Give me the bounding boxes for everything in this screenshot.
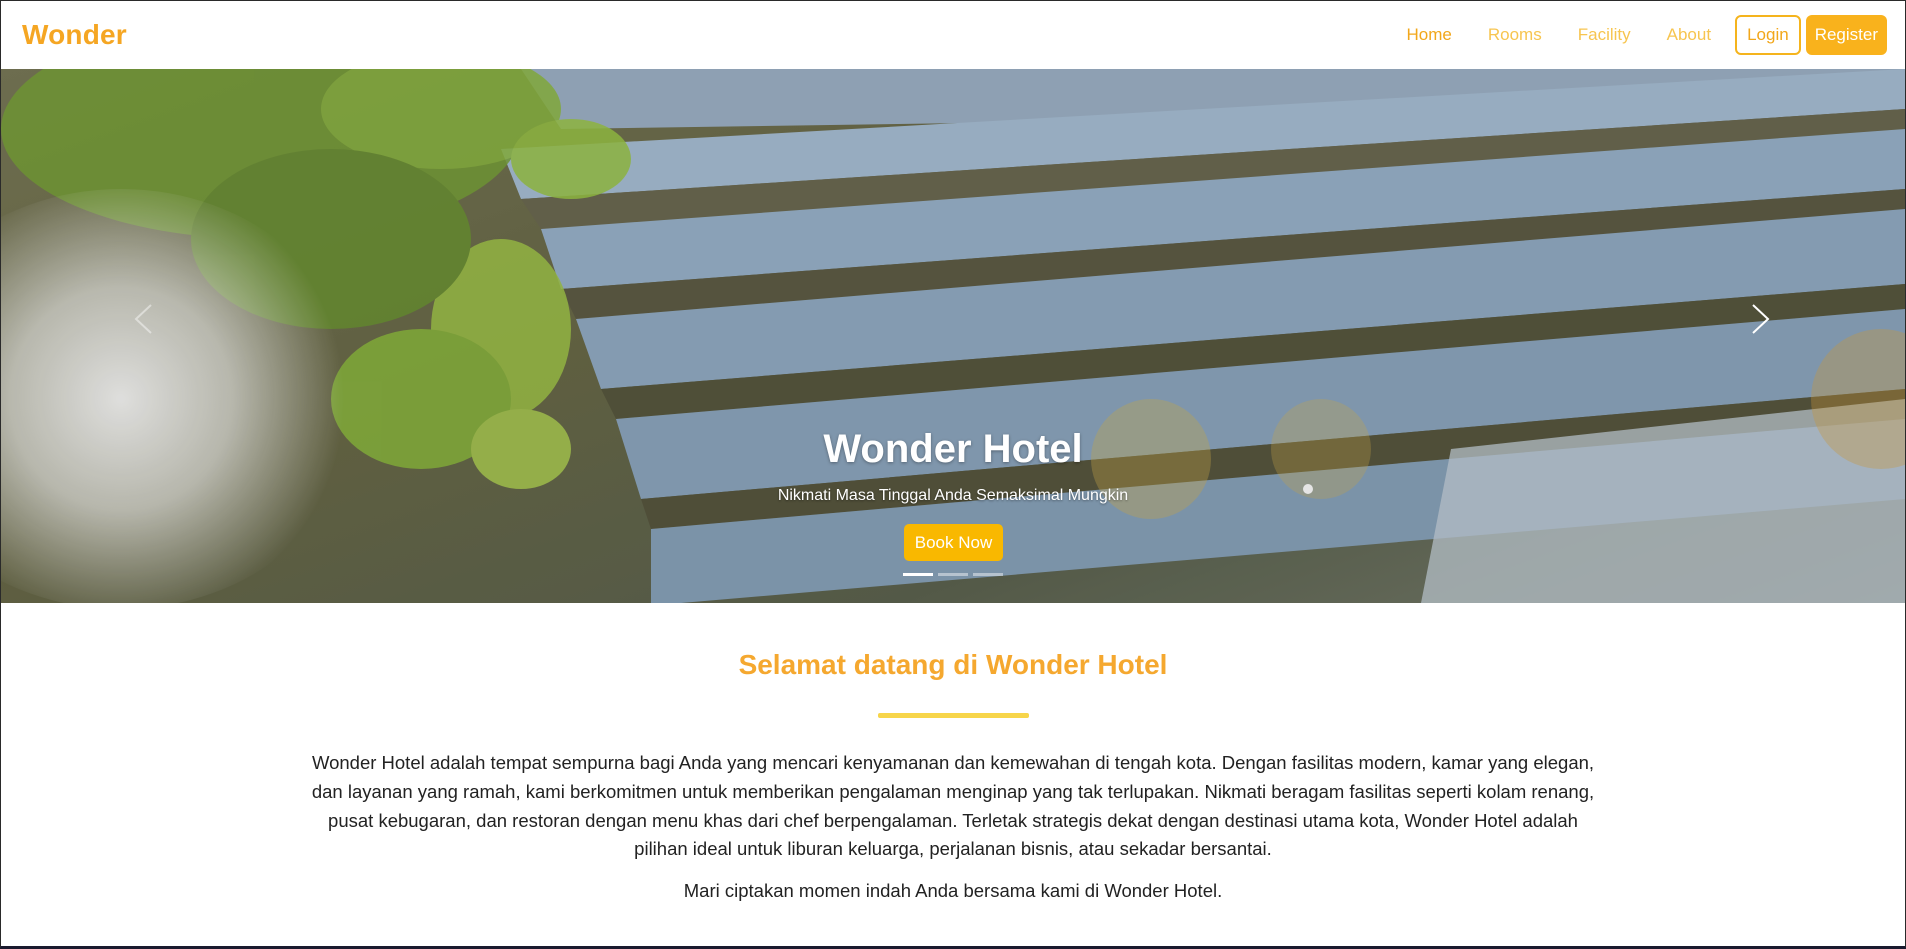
carousel-indicator-1[interactable] bbox=[903, 573, 933, 576]
welcome-closing: Mari ciptakan momen indah Anda bersama k… bbox=[683, 880, 1223, 901]
book-now-button[interactable]: Book Now bbox=[904, 524, 1003, 561]
login-button[interactable]: Login bbox=[1735, 15, 1801, 55]
carousel-indicator-3[interactable] bbox=[973, 573, 1003, 576]
nav-link-about[interactable]: About bbox=[1667, 25, 1711, 45]
navbar: Wonder Home Rooms Facility About Login R… bbox=[1, 1, 1905, 69]
nav-link-home[interactable]: Home bbox=[1407, 25, 1452, 45]
hero-overlay bbox=[1, 69, 1905, 603]
brand-logo[interactable]: Wonder bbox=[22, 19, 127, 51]
welcome-paragraph: Wonder Hotel adalah tempat sempurna bagi… bbox=[311, 752, 1595, 860]
nav-menu: Home Rooms Facility About Login Register bbox=[1371, 15, 1887, 55]
carousel-prev-button[interactable] bbox=[113, 279, 173, 359]
section-divider bbox=[878, 713, 1029, 718]
hero-subtitle: Nikmati Masa Tinggal Anda Semaksimal Mun… bbox=[777, 487, 1129, 504]
hero-title: Wonder Hotel bbox=[823, 427, 1083, 471]
nav-link-facility[interactable]: Facility bbox=[1578, 25, 1631, 45]
chevron-left-icon bbox=[134, 304, 152, 334]
carousel-indicators bbox=[903, 573, 1008, 576]
hero-carousel: Wonder Hotel Nikmati Masa Tinggal Anda S… bbox=[1, 69, 1905, 603]
chevron-right-icon bbox=[1752, 304, 1770, 334]
welcome-title: Selamat datang di Wonder Hotel bbox=[738, 649, 1168, 680]
carousel-indicator-2[interactable] bbox=[938, 573, 968, 576]
register-button[interactable]: Register bbox=[1805, 15, 1887, 55]
nav-link-rooms[interactable]: Rooms bbox=[1488, 25, 1542, 45]
carousel-next-button[interactable] bbox=[1731, 279, 1791, 359]
